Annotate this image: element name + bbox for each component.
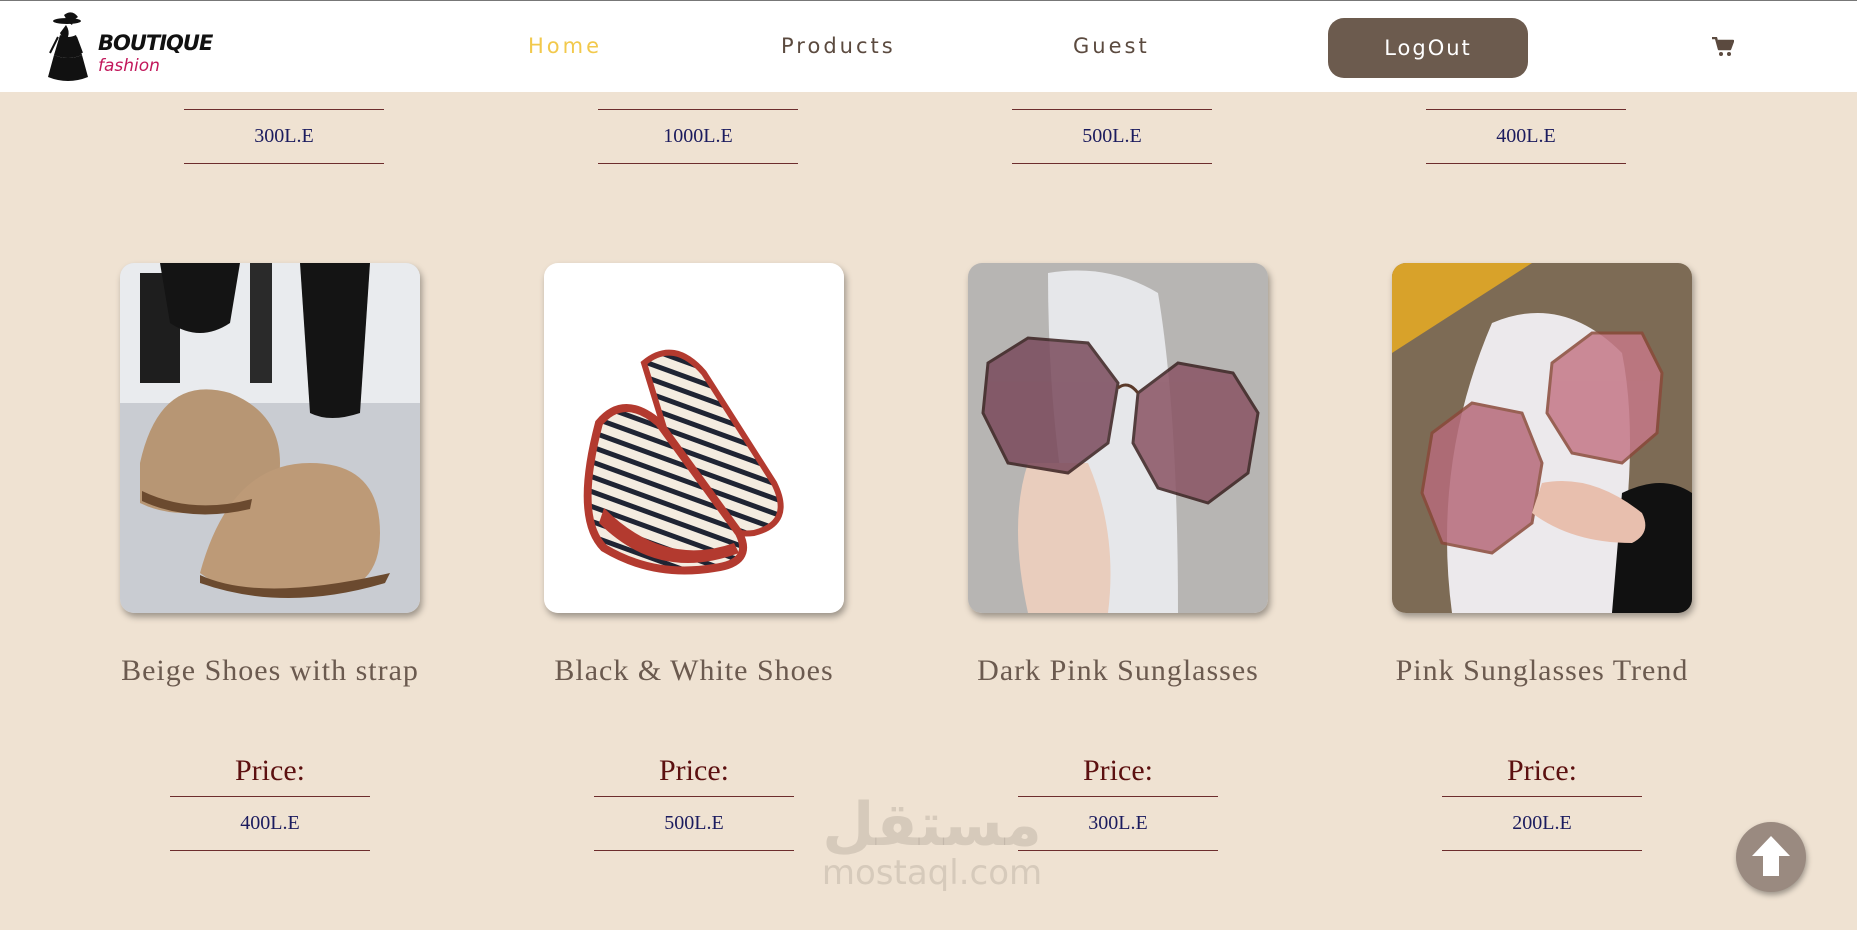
striped-espadrilles-image[interactable]	[544, 263, 844, 613]
watermark-latin: mostaql.com	[821, 853, 1043, 893]
product-name: Dark Pink Sunglasses	[977, 654, 1259, 687]
product-price: 400L.E	[1426, 109, 1626, 164]
watermark-arabic: مستقل	[822, 790, 1042, 860]
product-card[interactable]: Pink Sunglasses Trend Price: 200L.E	[1392, 263, 1692, 851]
product-card[interactable]: Beige Shoes with strap Price: 400L.E	[120, 263, 420, 851]
product-price: 1000L.E	[598, 109, 798, 164]
product-name: Pink Sunglasses Trend	[1395, 654, 1689, 687]
price-label: Price:	[235, 754, 305, 787]
product-card[interactable]: Black & White Shoes Price: 500L.E	[544, 263, 844, 851]
nav-link-products[interactable]: Products	[781, 34, 896, 58]
dark-pink-sunglasses-image[interactable]	[968, 263, 1268, 613]
product-price: 300L.E	[184, 109, 384, 164]
navbar: BOUTIQUE fashion Home Products Guest Log…	[0, 0, 1857, 92]
boutique-logo[interactable]: BOUTIQUE fashion	[44, 9, 213, 89]
mostaql-watermark: مستقل mostaql.com	[812, 795, 1052, 891]
product-price: 500L.E	[594, 796, 794, 851]
woman-silhouette-icon	[48, 12, 88, 81]
logo-text-boutique: BOUTIQUE	[98, 31, 213, 55]
product-name: Black & White Shoes	[554, 654, 834, 687]
beige-shoes-image[interactable]	[120, 263, 420, 613]
price-label: Price:	[659, 754, 729, 787]
nav-link-home[interactable]: Home	[528, 34, 602, 58]
price-label: Price:	[1083, 754, 1153, 787]
scroll-to-top-button[interactable]	[1736, 822, 1806, 892]
arrow-up-icon	[1752, 836, 1790, 876]
product-name: Beige Shoes with strap	[121, 654, 419, 687]
pink-sunglasses-image[interactable]	[1392, 263, 1692, 613]
nav-link-guest[interactable]: Guest	[1073, 34, 1150, 58]
product-price: 500L.E	[1012, 109, 1212, 164]
price-label: Price:	[1507, 754, 1577, 787]
cart-icon[interactable]	[1712, 37, 1734, 57]
logout-button[interactable]: LogOut	[1328, 18, 1528, 78]
logo-text-fashion: fashion	[98, 56, 160, 76]
product-price: 400L.E	[170, 796, 370, 851]
product-card[interactable]: Dark Pink Sunglasses Price: 300L.E	[968, 263, 1268, 851]
product-price: 200L.E	[1442, 796, 1642, 851]
